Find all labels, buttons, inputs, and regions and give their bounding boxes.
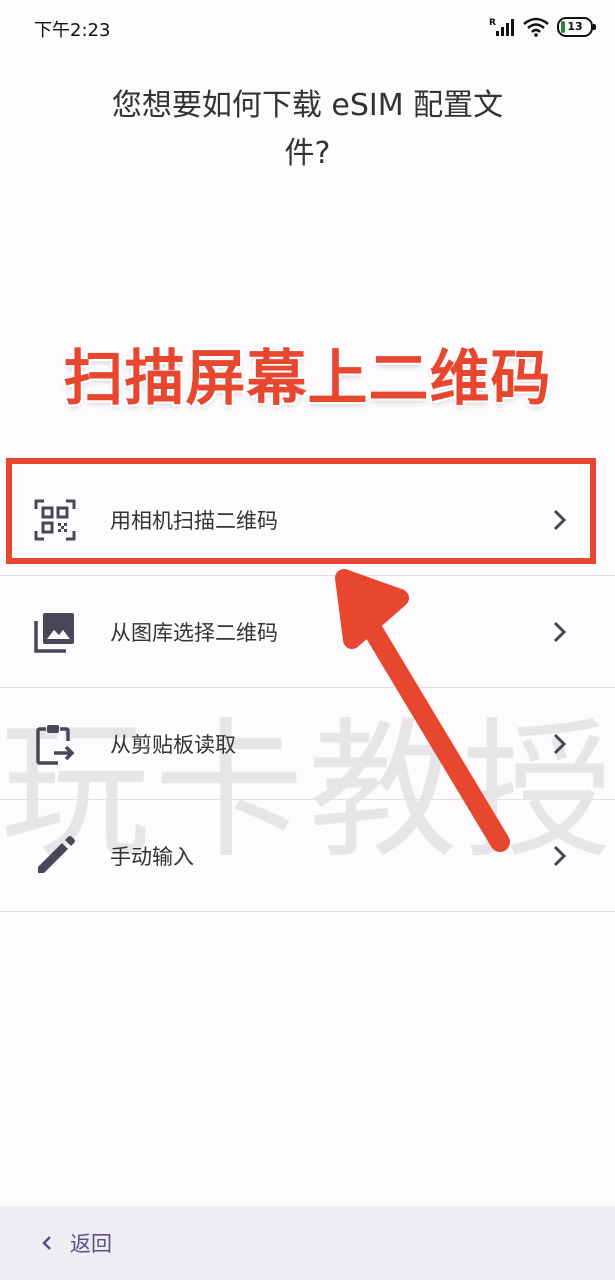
option-label: 从剪贴板读取 [110,732,236,757]
chevron-right-icon [553,845,567,867]
status-time: 下午2:23 [34,20,111,41]
clipboard-paste-icon [36,725,75,765]
svg-text:R: R [489,18,496,28]
wifi-icon [523,17,549,37]
option-gallery[interactable]: 从图库选择二维码 [0,576,615,688]
page-title: 您想要如何下载 eSIM 配置文件? [111,88,504,171]
option-manual-entry[interactable]: 手动输入 [0,800,615,912]
battery-icon: 13 [557,17,596,37]
annotation-text: 扫描屏幕上二维码 [63,344,552,414]
back-label: 返回 [70,1232,112,1256]
annotation-highlight-box [6,458,596,564]
gallery-icon [34,613,74,653]
chevron-right-icon [553,733,567,755]
option-label: 从图库选择二维码 [110,620,278,645]
chevron-left-icon [42,1236,51,1250]
status-bar: 下午2:23 R 13 [0,0,615,56]
bottom-bar: 返回 [0,1206,615,1280]
option-label: 手动输入 [110,844,194,869]
status-icons: R 13 [489,14,596,40]
back-button[interactable]: 返回 [38,1224,112,1262]
pencil-icon [38,836,75,873]
signal-roaming-icon: R [489,18,514,36]
chevron-right-icon [553,621,567,643]
option-clipboard[interactable]: 从剪贴板读取 [0,688,615,800]
